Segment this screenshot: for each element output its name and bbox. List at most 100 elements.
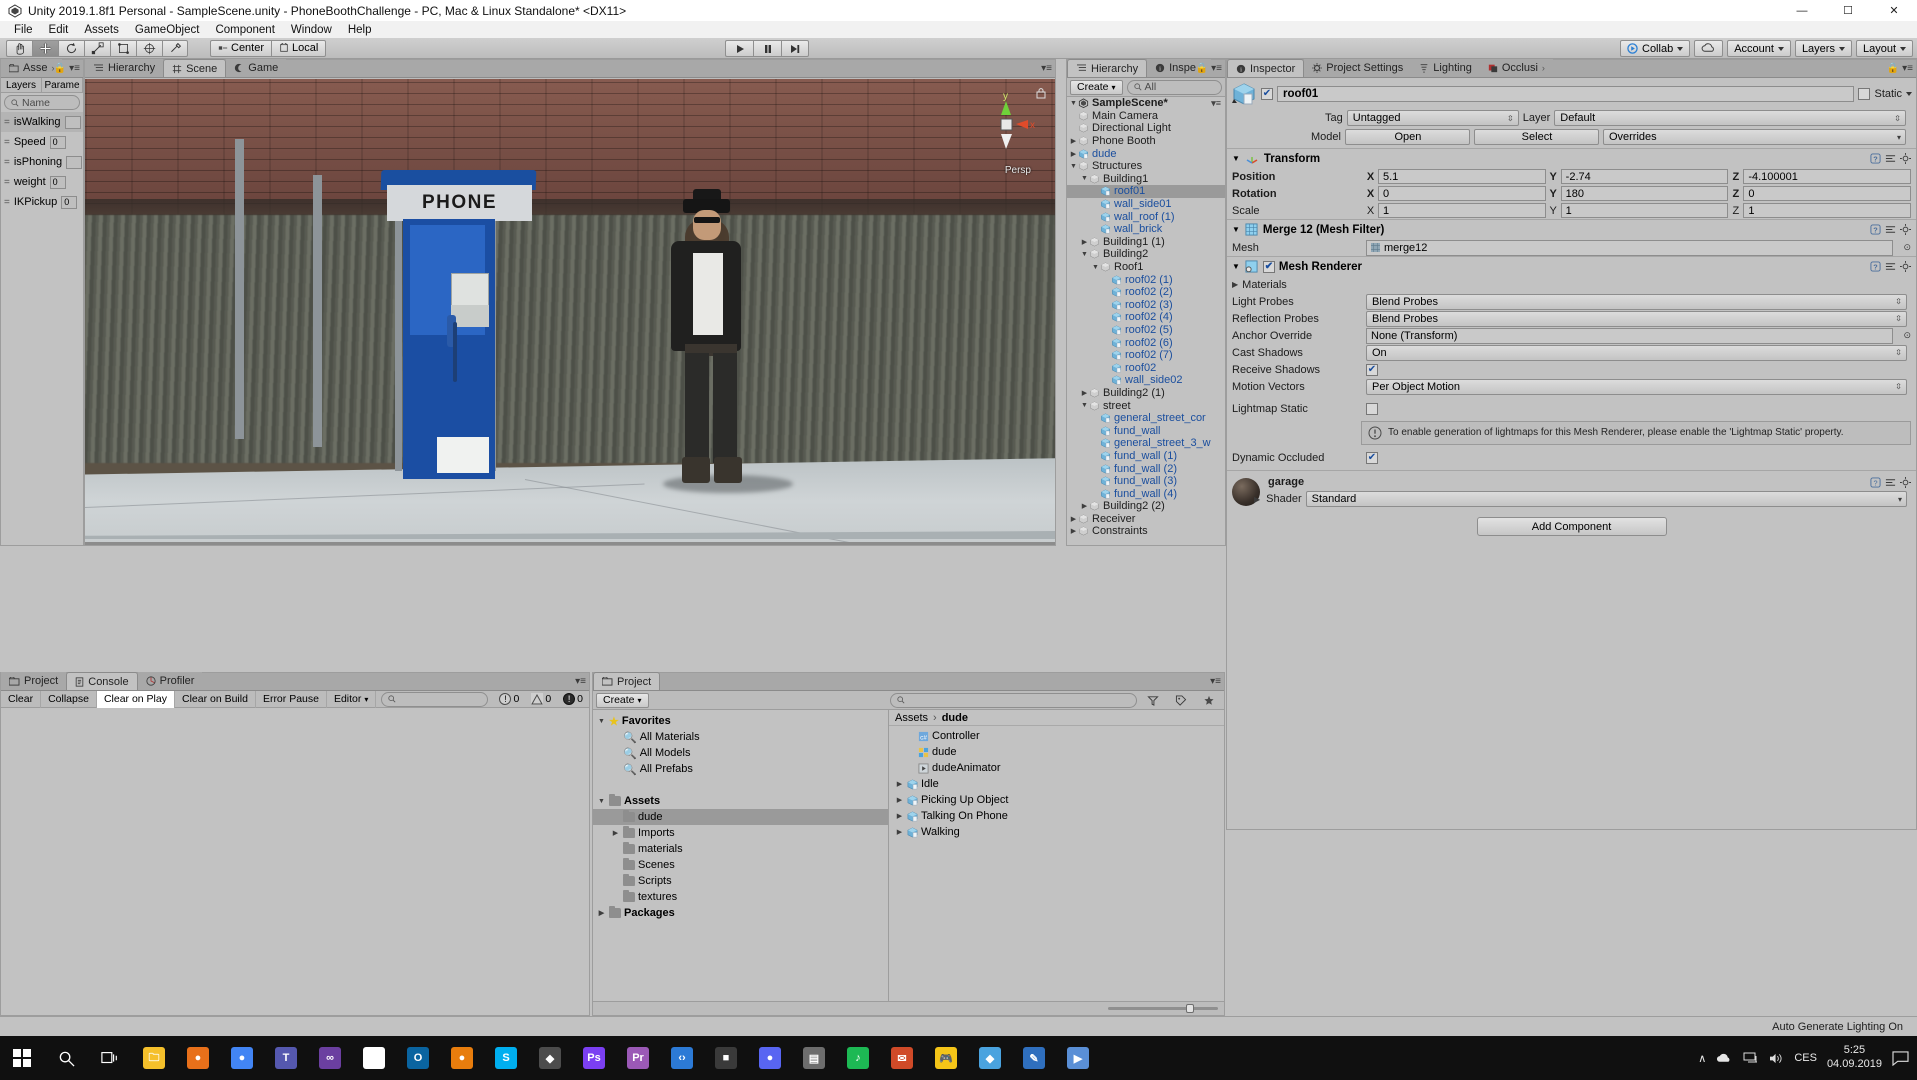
position-x-field[interactable]: 5.1 xyxy=(1378,169,1546,184)
tab-project-settings[interactable]: Project Settings xyxy=(1304,59,1411,77)
spotify-icon[interactable]: ♪ xyxy=(836,1036,880,1080)
account-button[interactable]: Account xyxy=(1727,40,1791,57)
static-chevron-down-icon[interactable] xyxy=(1906,92,1912,96)
tab-occlusion[interactable]: Occlusi › xyxy=(1480,59,1553,77)
mesh-object-field[interactable]: merge12 xyxy=(1366,240,1893,256)
firefox-icon[interactable]: ● xyxy=(176,1036,220,1080)
console-editor-dropdown[interactable]: Editor▾ xyxy=(327,691,376,708)
hierarchy-item-roof02-1[interactable]: roof02 (1) xyxy=(1067,273,1225,286)
space-mode-button[interactable]: Local xyxy=(271,40,326,57)
hierarchy-item-structures[interactable]: ▼Structures xyxy=(1067,160,1225,173)
hierarchy-item-building2-2[interactable]: ▶Building2 (2) xyxy=(1067,500,1225,513)
chevron-right-icon[interactable]: ▶ xyxy=(1080,389,1089,397)
menu-item-assets[interactable]: Assets xyxy=(76,23,127,37)
dynamic-occluded-checkbox[interactable] xyxy=(1366,452,1378,464)
scale-x-field[interactable]: 1 xyxy=(1378,203,1546,218)
chevron-down-icon[interactable]: ▼ xyxy=(1080,251,1089,258)
hierarchy-item-fund-wall-4[interactable]: fund_wall (4) xyxy=(1067,487,1225,500)
hierarchy-item-roof1[interactable]: ▼Roof1 xyxy=(1067,261,1225,274)
chevron-down-icon[interactable]: ▼ xyxy=(597,798,606,805)
hierarchy-item-wall-brick[interactable]: wall_brick xyxy=(1067,223,1225,236)
hierarchy-search-input[interactable]: All xyxy=(1127,80,1222,95)
chevron-down-icon[interactable]: ▼ xyxy=(1091,264,1100,271)
start-button[interactable] xyxy=(0,1036,44,1080)
chevron-right-icon[interactable]: ▶ xyxy=(1069,515,1078,523)
position-y-field[interactable]: -2.74 xyxy=(1561,169,1729,184)
hierarchy-item-wall-side02[interactable]: wall_side02 xyxy=(1067,374,1225,387)
project-file-talking-on-phone[interactable]: ▶Talking On Phone xyxy=(889,808,1224,824)
console-clear-button[interactable]: Clear xyxy=(1,691,41,708)
hierarchy-scene-root[interactable]: ▼ SampleScene* ▾≡ xyxy=(1067,97,1225,110)
project-tree-item-all-prefabs[interactable]: 🔍All Prefabs xyxy=(593,761,888,777)
discord-icon[interactable]: ● xyxy=(748,1036,792,1080)
step-button[interactable] xyxy=(781,40,809,57)
viewport-horizontal-scrollbar[interactable] xyxy=(85,542,1055,545)
cloud-button[interactable] xyxy=(1694,40,1723,57)
menu-item-gameobject[interactable]: GameObject xyxy=(127,23,208,37)
project-filter-button[interactable] xyxy=(1141,693,1165,708)
hierarchy-item-general-street-cor[interactable]: general_street_cor xyxy=(1067,412,1225,425)
component-icons[interactable]: ? xyxy=(1870,153,1911,164)
project-tree-item-all-models[interactable]: 🔍All Models xyxy=(593,745,888,761)
unity-editor-icon[interactable]: 🎮 xyxy=(924,1036,968,1080)
menu-item-edit[interactable]: Edit xyxy=(41,23,77,37)
motion-vectors-dropdown[interactable]: Per Object Motion⇳ xyxy=(1366,379,1907,395)
add-component-button[interactable]: Add Component xyxy=(1477,517,1667,536)
object-enabled-checkbox[interactable] xyxy=(1261,88,1273,100)
chevron-right-icon[interactable]: ▶ xyxy=(1232,280,1238,289)
console-info-badge[interactable]: ! 0 xyxy=(493,693,525,705)
hierarchy-item-wall-roof-1[interactable]: wall_roof (1) xyxy=(1067,210,1225,223)
mesh-picker-icon[interactable]: ⊙ xyxy=(1903,242,1911,253)
minimize-button[interactable]: — xyxy=(1779,0,1825,21)
lightmap-static-checkbox[interactable] xyxy=(1366,403,1378,415)
chevron-right-icon[interactable]: ▶ xyxy=(1080,502,1089,510)
blender-icon[interactable]: ● xyxy=(440,1036,484,1080)
model-select-button[interactable]: Select xyxy=(1474,129,1599,145)
scene-view-gizmo[interactable]: y x xyxy=(975,89,1037,159)
inspector-lock-icon[interactable]: 🔒 ▾≡ xyxy=(1887,63,1913,74)
hierarchy-item-street[interactable]: ▼street xyxy=(1067,399,1225,412)
project-search-input[interactable] xyxy=(890,693,1137,708)
shader-dropdown[interactable]: Standard▾ xyxy=(1306,491,1907,507)
rotation-y-field[interactable]: 180 xyxy=(1561,186,1729,201)
hierarchy-item-roof02-2[interactable]: roof02 (2) xyxy=(1067,286,1225,299)
chevron-down-icon[interactable]: ▼ xyxy=(1080,402,1089,409)
project-file-dude[interactable]: dude xyxy=(889,744,1224,760)
hierarchy-item-roof02-7[interactable]: roof02 (7) xyxy=(1067,349,1225,362)
tray-language-label[interactable]: CES xyxy=(1794,1052,1817,1064)
hierarchy-item-fund-wall[interactable]: fund_wall xyxy=(1067,424,1225,437)
project-tree-item-scripts[interactable]: Scripts xyxy=(593,873,888,889)
media-player-icon[interactable]: ▶ xyxy=(1056,1036,1100,1080)
chevron-down-icon[interactable]: ▼ xyxy=(1069,163,1078,170)
breadcrumb-assets[interactable]: Assets xyxy=(895,712,928,724)
chevron-down-icon[interactable]: ▼ xyxy=(597,718,606,725)
notification-icon[interactable] xyxy=(1892,1051,1909,1066)
menu-item-component[interactable]: Component xyxy=(207,23,282,37)
move-tool-button[interactable] xyxy=(32,40,58,57)
skype-icon[interactable]: S xyxy=(484,1036,528,1080)
hierarchy-item-building1[interactable]: ▼Building1 xyxy=(1067,173,1225,186)
hierarchy-item-general-street-3-w[interactable]: general_street_3_w xyxy=(1067,437,1225,450)
tab-game[interactable]: Game xyxy=(226,59,286,77)
parameter-row[interactable]: = isWalking xyxy=(1,112,83,132)
menu-item-file[interactable]: File xyxy=(6,23,41,37)
scale-y-field[interactable]: 1 xyxy=(1561,203,1729,218)
word-icon[interactable]: W xyxy=(352,1036,396,1080)
visual-studio-icon[interactable]: ∞ xyxy=(308,1036,352,1080)
collab-button[interactable]: Collab xyxy=(1620,40,1690,57)
project-file-dudeanimator[interactable]: dudeAnimator xyxy=(889,760,1224,776)
mesh-renderer-header[interactable]: ▼ Mesh Renderer ? xyxy=(1227,257,1916,276)
rect-tool-button[interactable] xyxy=(110,40,136,57)
console-search-input[interactable] xyxy=(381,692,488,707)
hierarchy-item-receiver[interactable]: ▶Receiver xyxy=(1067,513,1225,526)
parameter-row[interactable]: = isPhoning xyxy=(1,152,83,172)
tab-hierarchy-secondary[interactable]: Hierarchy xyxy=(85,59,163,77)
mesh-renderer-enabled-checkbox[interactable] xyxy=(1263,261,1275,273)
parameter-value-field[interactable]: 0 xyxy=(50,176,66,189)
console-error-pause-button[interactable]: Error Pause xyxy=(256,691,327,708)
project-label-button[interactable] xyxy=(1169,693,1193,708)
chevron-right-icon[interactable]: ▶ xyxy=(895,812,904,820)
outlook-icon[interactable]: O xyxy=(396,1036,440,1080)
project-tree-item-favorites[interactable]: ▼★Favorites xyxy=(593,713,888,729)
perspective-label[interactable]: Persp xyxy=(1005,165,1031,176)
